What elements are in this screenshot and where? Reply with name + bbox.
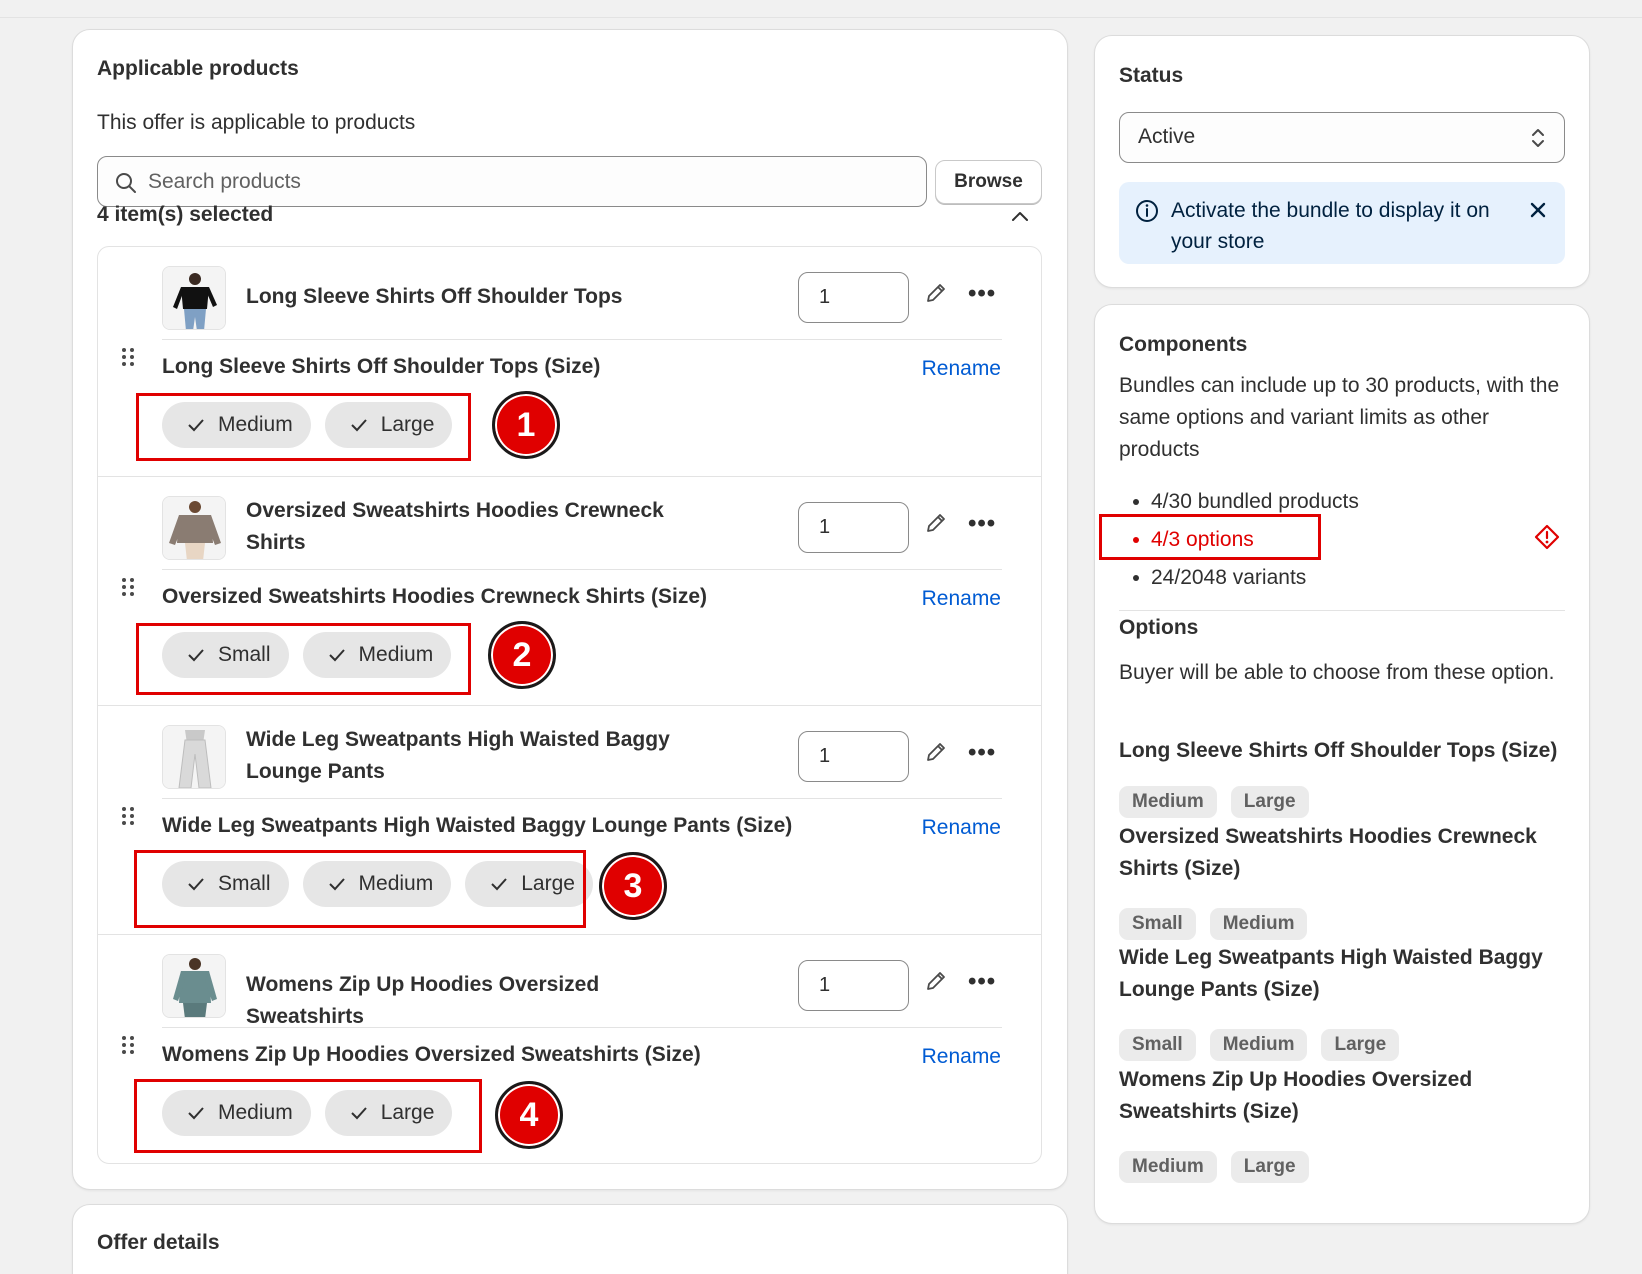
option-group-values: Small Medium	[1119, 908, 1308, 940]
quantity-input[interactable]	[798, 960, 909, 1011]
option-group-values: Small Medium Large	[1119, 1029, 1400, 1061]
more-icon[interactable]: •••	[968, 280, 996, 308]
options-title: Options	[1119, 616, 1199, 639]
row-divider	[162, 339, 1002, 340]
rename-link[interactable]: Rename	[922, 816, 1001, 840]
product-row: Womens Zip Up Hoodies Oversized Sweatshi…	[98, 934, 1041, 1163]
alert-diamond-icon	[1534, 524, 1560, 550]
more-icon[interactable]: •••	[968, 739, 996, 767]
row-divider	[162, 1027, 1002, 1028]
banner-text: Activate the bundle to display it on you…	[1171, 199, 1490, 253]
product-thumbnail	[162, 266, 226, 330]
top-bar	[0, 0, 1642, 18]
option-group-title: Oversized Sweatshirts Hoodies Crewneck S…	[1119, 825, 1537, 880]
offer-details-card: Offer details	[72, 1204, 1068, 1274]
option-tag: Small	[1119, 1029, 1196, 1061]
rename-link[interactable]: Rename	[922, 587, 1001, 611]
annotation-marker: 1	[492, 391, 560, 459]
option-group-title: Long Sleeve Shirts Off Shoulder Tops (Si…	[1119, 739, 1558, 762]
product-thumbnail	[162, 725, 226, 789]
pencil-icon[interactable]	[924, 511, 948, 535]
rename-link[interactable]: Rename	[922, 357, 1001, 381]
options-description: Buyer will be able to choose from these …	[1119, 661, 1555, 684]
annotation-box	[134, 1079, 482, 1153]
search-input[interactable]	[148, 167, 908, 197]
option-tag: Small	[1119, 908, 1196, 940]
annotation-marker: 3	[599, 852, 667, 920]
search-icon	[116, 173, 136, 193]
option-tag: Large	[1321, 1029, 1400, 1061]
product-thumbnail	[162, 954, 226, 1018]
quantity-input[interactable]	[798, 731, 909, 782]
info-banner: Activate the bundle to display it on you…	[1119, 182, 1565, 264]
row-divider	[162, 798, 1002, 799]
option-group-title: Womens Zip Up Hoodies Oversized Sweatshi…	[1119, 1068, 1473, 1123]
card-title: Offer details	[97, 1231, 220, 1254]
annotation-marker: 4	[495, 1081, 563, 1149]
annotation-box	[1099, 514, 1321, 560]
select-arrows-icon	[1532, 129, 1544, 147]
annotation-box	[136, 623, 471, 695]
option-tag: Large	[1230, 786, 1309, 818]
option-title: Long Sleeve Shirts Off Shoulder Tops (Si…	[162, 355, 601, 378]
product-name: Oversized Sweatshirts Hoodies Crewneck S…	[246, 499, 664, 554]
product-row: Oversized Sweatshirts Hoodies Crewneck S…	[98, 476, 1041, 705]
product-row: Wide Leg Sweatpants High Waisted Baggy L…	[98, 705, 1041, 934]
pencil-icon[interactable]	[924, 969, 948, 993]
option-title: Womens Zip Up Hoodies Oversized Sweatshi…	[162, 1043, 701, 1066]
more-icon[interactable]: •••	[968, 510, 996, 538]
drag-handle-icon[interactable]	[120, 806, 136, 826]
product-name: Long Sleeve Shirts Off Shoulder Tops	[246, 285, 623, 308]
rename-link[interactable]: Rename	[922, 1045, 1001, 1069]
option-tag: Medium	[1209, 1029, 1308, 1061]
drag-handle-icon[interactable]	[120, 347, 136, 367]
product-row: Long Sleeve Shirts Off Shoulder Tops •••…	[98, 247, 1041, 476]
product-list: Long Sleeve Shirts Off Shoulder Tops •••…	[97, 246, 1042, 1164]
status-selected-value: Active	[1138, 125, 1196, 148]
card-title: Status	[1119, 64, 1184, 87]
card-title: Applicable products	[97, 57, 299, 80]
annotation-box	[134, 850, 586, 928]
card-title: Components	[1119, 333, 1248, 356]
quantity-input[interactable]	[798, 272, 909, 323]
option-tag: Medium	[1119, 1151, 1217, 1183]
drag-handle-icon[interactable]	[120, 577, 136, 597]
annotation-box	[136, 393, 471, 461]
selected-count: 4 item(s) selected	[97, 203, 274, 226]
row-divider	[162, 569, 1002, 570]
option-group-values: Medium Large	[1119, 786, 1309, 818]
option-tag: Medium	[1209, 908, 1308, 940]
option-title: Wide Leg Sweatpants High Waisted Baggy L…	[162, 814, 793, 837]
product-thumbnail	[162, 496, 226, 560]
option-tag: Large	[1230, 1151, 1309, 1183]
card-subtitle: This offer is applicable to products	[97, 111, 416, 134]
pencil-icon[interactable]	[924, 740, 948, 764]
components-description: Bundles can include up to 30 products, w…	[1119, 374, 1560, 461]
status-card: Status Active Activate the bundle to dis…	[1094, 35, 1590, 288]
annotation-marker: 2	[488, 621, 556, 689]
applicable-products-card: Applicable products This offer is applic…	[72, 29, 1068, 1190]
option-title: Oversized Sweatshirts Hoodies Crewneck S…	[162, 585, 708, 608]
info-icon	[1136, 200, 1158, 222]
limit-item: 24/2048 variants	[1119, 559, 1565, 597]
option-tag: Medium	[1119, 786, 1217, 818]
option-group-values: Medium Large	[1119, 1151, 1309, 1183]
quantity-input[interactable]	[798, 502, 909, 553]
status-select[interactable]: Active	[1119, 112, 1565, 163]
product-name: Wide Leg Sweatpants High Waisted Baggy L…	[246, 728, 670, 783]
product-name: Womens Zip Up Hoodies Oversized Sweatshi…	[246, 973, 600, 1028]
drag-handle-icon[interactable]	[120, 1035, 136, 1055]
option-group-title: Wide Leg Sweatpants High Waisted Baggy L…	[1119, 946, 1543, 1001]
section-divider	[1119, 610, 1565, 611]
browse-button[interactable]: Browse	[935, 160, 1042, 204]
close-icon[interactable]	[1528, 200, 1548, 220]
pencil-icon[interactable]	[924, 281, 948, 305]
components-card: Components Bundles can include up to 30 …	[1094, 304, 1590, 1224]
search-field[interactable]	[97, 156, 927, 207]
chevron-up-icon[interactable]	[1009, 206, 1031, 228]
more-icon[interactable]: •••	[968, 968, 996, 996]
